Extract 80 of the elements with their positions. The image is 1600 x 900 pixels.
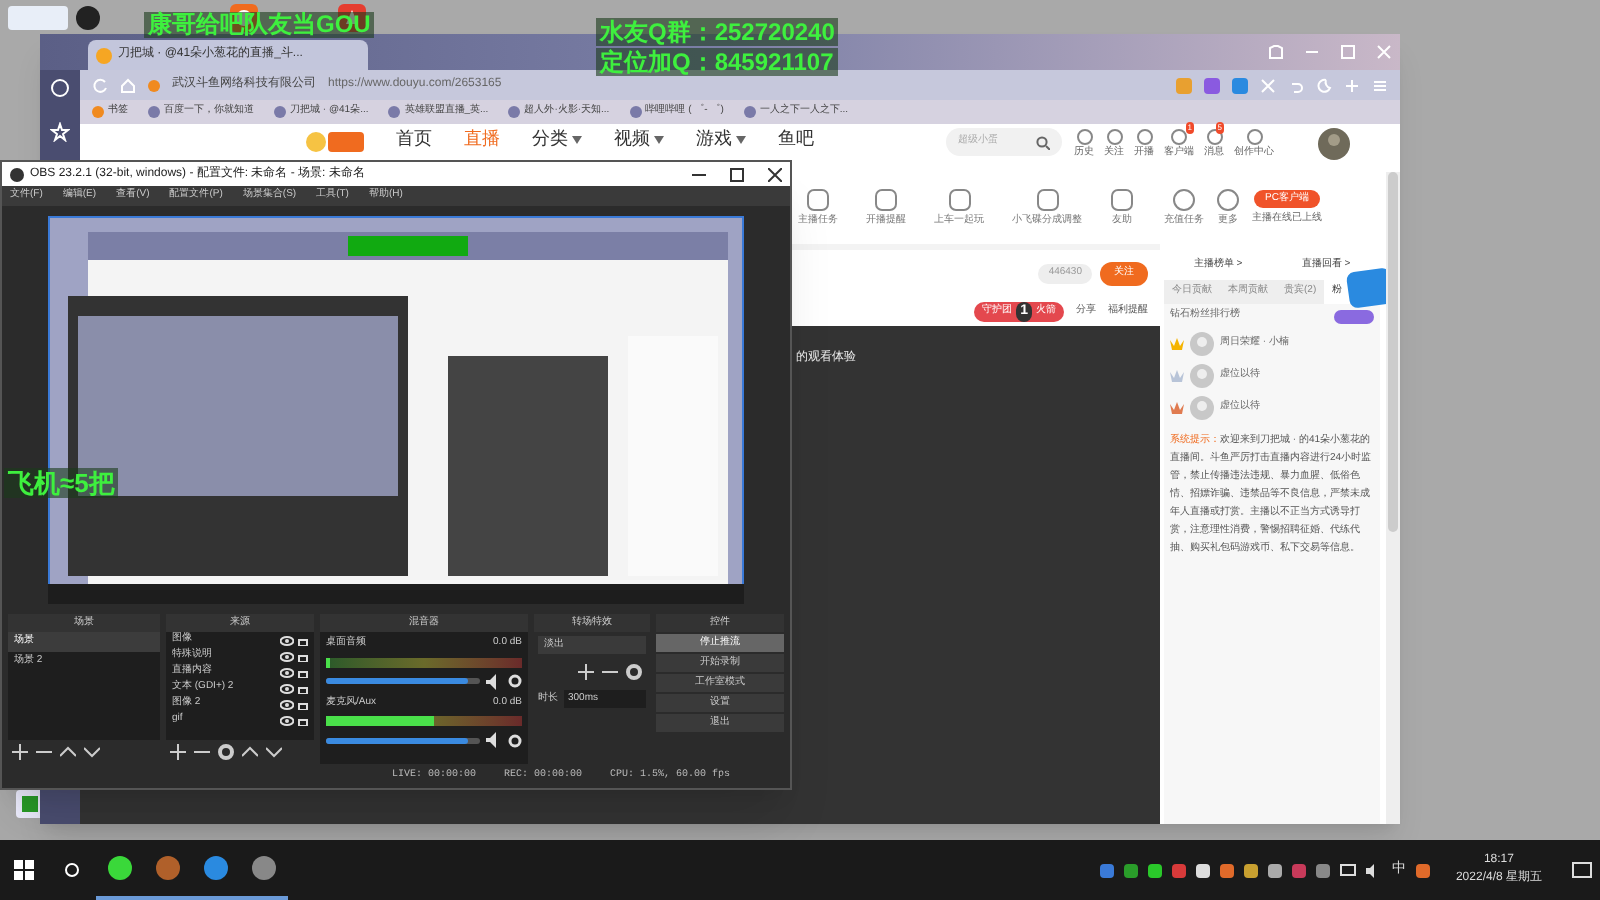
settings-icon	[508, 674, 522, 688]
app-icon	[204, 856, 228, 880]
nav-link[interactable]: 视频	[614, 128, 664, 150]
plus-icon	[170, 744, 186, 760]
scrollbar-thumb[interactable]	[1388, 172, 1398, 532]
tool-icon	[1172, 187, 1196, 212]
app-icon	[1415, 863, 1430, 877]
cut-icon	[1260, 77, 1276, 93]
settings-icon	[218, 744, 234, 760]
tool-icon	[874, 187, 898, 212]
overlay-text: 飞机≈5把	[4, 468, 119, 498]
tool-icon	[806, 187, 830, 212]
lock-icon	[148, 79, 160, 91]
close-icon	[768, 167, 782, 181]
moon-icon	[1316, 77, 1332, 93]
bookmark-icon	[274, 106, 286, 118]
eye-icon	[280, 651, 294, 661]
maximize-icon	[1340, 44, 1356, 60]
eye-icon	[280, 667, 294, 677]
eye-icon	[280, 635, 294, 645]
site-logo-icon	[304, 128, 364, 156]
avatar-icon	[1190, 396, 1214, 420]
star-icon	[50, 122, 70, 142]
close-icon	[1376, 44, 1392, 60]
eye-icon	[280, 715, 294, 725]
tool-icon	[1216, 187, 1240, 212]
page-icon	[96, 47, 112, 63]
overlay-text: 定位加Q：845921107	[596, 48, 838, 76]
network-icon	[1339, 863, 1356, 877]
nav-link[interactable]: 分类	[532, 128, 582, 150]
avatar-icon	[1318, 128, 1350, 160]
speaker-icon	[486, 732, 502, 748]
refresh-icon	[92, 77, 108, 93]
header-icon	[1245, 128, 1263, 146]
bookmark-icon	[92, 106, 104, 118]
settings-icon	[626, 664, 642, 680]
nav-link[interactable]: 游戏	[696, 128, 746, 150]
nav-link[interactable]: 首页	[396, 128, 432, 150]
search-icon	[1036, 135, 1050, 149]
nav-link[interactable]: 鱼吧	[778, 128, 814, 150]
bookmark-icon	[388, 106, 401, 118]
speaker-icon	[486, 673, 502, 689]
up-icon	[60, 744, 76, 760]
caret-icon	[736, 135, 746, 143]
app-icon	[108, 856, 132, 880]
app-icon	[252, 856, 276, 880]
bookmark-icon	[743, 106, 756, 118]
overlay-text: 水友Q群：252720240	[596, 18, 839, 46]
search-icon	[64, 862, 80, 878]
bookmark-icon	[629, 106, 642, 118]
app-icon	[10, 167, 24, 181]
plus-icon	[12, 744, 28, 760]
home-icon	[120, 77, 136, 93]
plus-icon	[1344, 77, 1360, 93]
level-badge	[1334, 309, 1374, 323]
undo-icon	[1288, 77, 1304, 93]
overlay-caption: 康哥给吧队友当GOU	[144, 12, 375, 38]
up-icon	[242, 744, 258, 760]
tool-icon	[947, 187, 971, 212]
windows-icon	[14, 860, 34, 880]
bookmark-icon	[148, 106, 160, 118]
tool-icon	[1035, 187, 1059, 212]
avatar-icon	[1190, 332, 1214, 356]
down-icon	[266, 744, 282, 760]
notification-icon	[1572, 861, 1592, 879]
app-icon	[156, 856, 180, 880]
maximize-icon	[730, 167, 744, 181]
plus-icon	[578, 664, 594, 680]
tool-icon	[1110, 187, 1134, 212]
avatar-icon	[1190, 364, 1214, 388]
clock-icon	[50, 78, 70, 98]
bookmark-icon	[508, 106, 521, 118]
caret-icon	[654, 135, 664, 143]
eye-icon	[280, 683, 294, 693]
menu-icon	[1372, 77, 1388, 93]
down-icon	[84, 744, 100, 760]
eye-icon	[280, 699, 294, 709]
settings-icon	[508, 733, 522, 747]
caret-icon	[572, 135, 582, 143]
app-logo-icon	[8, 4, 100, 32]
